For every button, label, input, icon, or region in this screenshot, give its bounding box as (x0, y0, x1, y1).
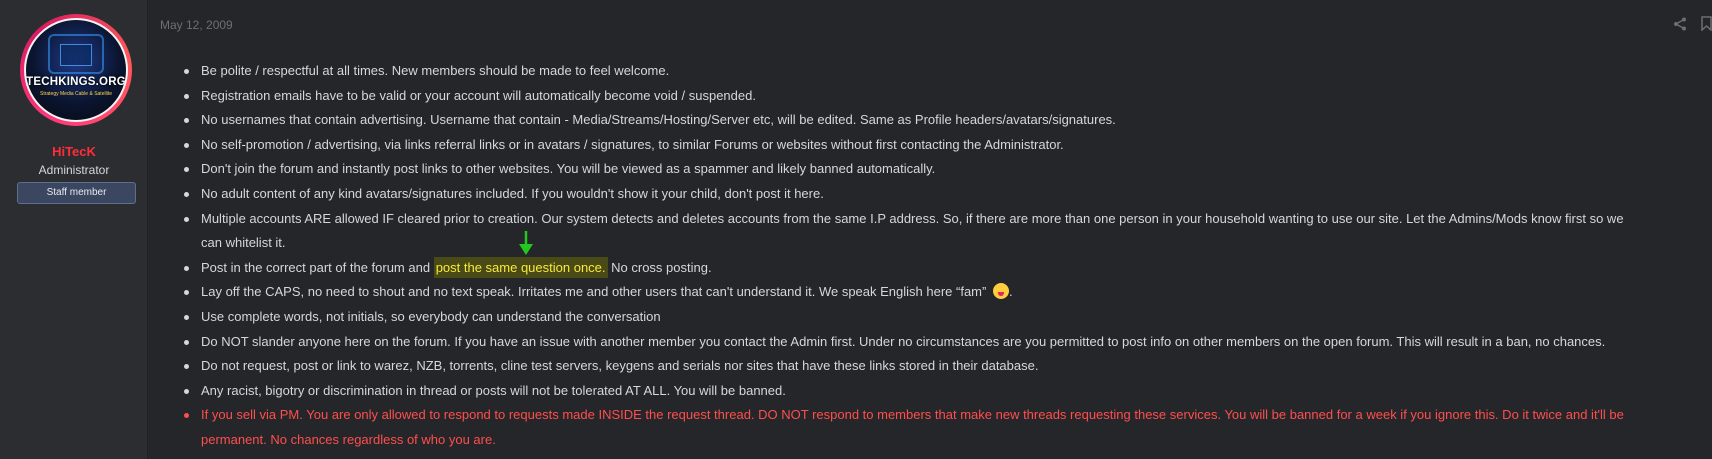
avatar-chip-graphic (60, 44, 92, 66)
forum-post: TECHKINGS.ORG Strategy Media Cable & Sat… (0, 0, 1712, 459)
rule-item-continuation: permanent. No chances regardless of who … (182, 428, 1712, 453)
rule-text: permanent. No chances regardless of who … (201, 431, 496, 447)
rule-text: Multiple accounts ARE allowed IF cleared… (201, 210, 1624, 226)
forum-rules-list: Be polite / respectful at all times. New… (182, 59, 1712, 453)
bookmark-icon[interactable] (1700, 16, 1712, 31)
rule-text: Be polite / respectful at all times. New… (201, 63, 670, 78)
avatar-tagline: Strategy Media Cable & Satellite (40, 91, 112, 97)
rule-text: can whitelist it. (201, 235, 286, 251)
rule-item-continuation: can whitelist it. (182, 231, 1712, 256)
post-date-link[interactable]: May 12, 2009 (160, 18, 233, 32)
rule-text: Lay off the CAPS, no need to shout and n… (201, 284, 987, 300)
emoji-tongue-icon (992, 283, 1009, 300)
rule-text: Post in the correct part of the forum an… (201, 259, 434, 275)
rule-item: Do NOT slander anyone here on the forum.… (182, 330, 1712, 355)
rule-text: No usernames that contain advertising. U… (201, 112, 1116, 128)
username-link[interactable]: HiTecK (0, 144, 148, 159)
user-title: Administrator (38, 163, 110, 177)
share-icon[interactable] (1673, 17, 1687, 31)
rule-item: No adult content of any kind avatars/sig… (182, 182, 1712, 207)
rule-text: If you sell via PM. You are only allowed… (201, 407, 1624, 423)
rule-text: No cross posting. (607, 259, 712, 275)
rule-text: Any racist, bigotry or discrimination in… (201, 382, 786, 398)
staff-badge: Staff member (17, 182, 136, 204)
avatar-logo-text: TECHKINGS.ORG (26, 76, 126, 88)
rule-item: Lay off the CAPS, no need to shout and n… (182, 280, 1712, 305)
rule-item: Any racist, bigotry or discrimination in… (182, 379, 1712, 404)
rule-text: Don't join the forum and instantly post … (201, 161, 936, 177)
rule-item: Use complete words, not initials, so eve… (182, 305, 1712, 330)
rule-text: . (1008, 284, 1013, 300)
rule-text: Registration emails have to be valid or … (201, 87, 756, 103)
rule-item: Post in the correct part of the forum an… (182, 256, 1712, 281)
rule-text: Do not request, post or link to warez, N… (201, 358, 1039, 374)
avatar-image: TECHKINGS.ORG Strategy Media Cable & Sat… (24, 18, 128, 122)
rule-item: No self-promotion / advertising, via lin… (182, 133, 1712, 158)
rule-text: Use complete words, not initials, so eve… (201, 308, 661, 324)
post-user-cell: TECHKINGS.ORG Strategy Media Cable & Sat… (0, 0, 148, 459)
rule-text: No adult content of any kind avatars/sig… (201, 185, 824, 201)
rule-text: No self-promotion / advertising, via lin… (201, 136, 1064, 152)
rule-item: No usernames that contain advertising. U… (182, 108, 1712, 133)
rule-item: Don't join the forum and instantly post … (182, 157, 1712, 182)
rule-text: Do NOT slander anyone here on the forum.… (201, 333, 1606, 349)
highlighted-text: post the same question once. (433, 256, 608, 278)
rule-item: Do not request, post or link to warez, N… (182, 354, 1712, 379)
arrow-down-icon (519, 231, 533, 255)
rule-item: If you sell via PM. You are only allowed… (182, 403, 1712, 428)
rule-item: Be polite / respectful at all times. New… (182, 59, 1712, 84)
rule-item: Registration emails have to be valid or … (182, 84, 1712, 109)
avatar[interactable]: TECHKINGS.ORG Strategy Media Cable & Sat… (20, 14, 132, 126)
rule-item: Multiple accounts ARE allowed IF cleared… (182, 207, 1712, 232)
